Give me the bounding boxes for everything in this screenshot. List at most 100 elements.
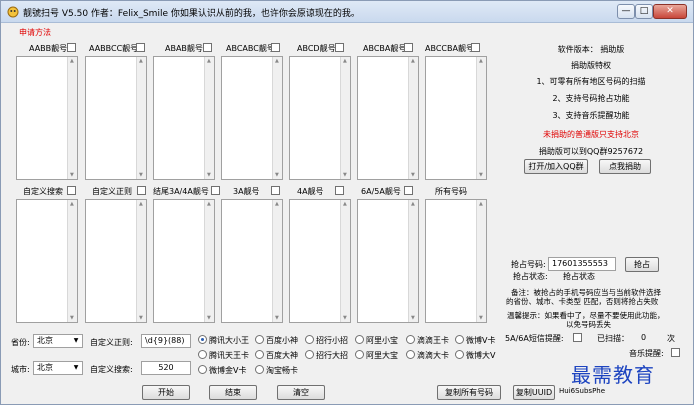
grab-number-input[interactable]: 17601355553 [548, 257, 616, 271]
radio-didi-king[interactable] [406, 335, 415, 344]
radio-label: 招行小招 [316, 336, 348, 345]
music-alert-checkbox[interactable] [671, 348, 680, 357]
list-all[interactable] [425, 199, 487, 323]
scrollbar[interactable] [136, 200, 146, 322]
list-aabb[interactable] [16, 56, 78, 180]
checkbox-custom-regex[interactable] [137, 186, 146, 195]
radio-cmb-big[interactable] [305, 350, 314, 359]
custom-regex-input[interactable]: \d{9}(88) [141, 334, 191, 348]
chevron-down-icon: ▼ [73, 337, 79, 344]
list-abcd[interactable] [289, 56, 351, 180]
radio-label: 腾讯大小王 [209, 336, 249, 345]
scrollbar[interactable] [340, 200, 350, 322]
checkbox-6a5a[interactable] [404, 186, 413, 195]
list-ending-3a4a[interactable] [153, 199, 215, 323]
radio-tencent-small-king[interactable] [198, 335, 207, 344]
scrollbar[interactable] [476, 200, 486, 322]
radio-didi-big[interactable] [406, 350, 415, 359]
contact-text: 捐助版可以到QQ群9257672 [538, 147, 644, 156]
scrollbar[interactable] [408, 200, 418, 322]
grab-button[interactable]: 抢占 [625, 257, 659, 272]
city-value: 北京 [37, 363, 53, 372]
list-4a[interactable] [289, 199, 351, 323]
province-select[interactable]: 北京 ▼ [33, 334, 83, 348]
province-value: 北京 [37, 336, 53, 345]
scrollbar[interactable] [476, 57, 486, 179]
apply-link[interactable]: 申请方法 [19, 27, 51, 38]
scrollbar[interactable] [408, 57, 418, 179]
version-text: 软件版本： 捐助版 [557, 45, 625, 54]
list-abcabc[interactable] [221, 56, 283, 180]
grab-number-label: 抢占号码: [511, 260, 546, 269]
scrollbar[interactable] [204, 200, 214, 322]
checkbox-aabbcc[interactable] [136, 43, 145, 52]
checkbox-abcabc[interactable] [271, 43, 280, 52]
radio-label: 微博金V卡 [209, 366, 247, 375]
app-window: 靓號扫号 V5.50 作者：Felix_Smile 你如果认识从前的我，也许你会… [0, 0, 694, 405]
list-label-abab: ABAB靓号 [165, 44, 203, 53]
list-custom-search[interactable] [16, 199, 78, 323]
copy-all-numbers-button[interactable]: 复制所有号码 [437, 385, 501, 400]
note-line-2: 的省份、城市、卡类型 匹配，否则将抢占失败 [506, 297, 659, 306]
close-button[interactable]: ✕ [653, 4, 687, 19]
scrollbar[interactable] [272, 200, 282, 322]
title-bar: 靓號扫号 V5.50 作者：Felix_Smile 你如果认识从前的我，也许你会… [1, 1, 693, 23]
privilege-title: 捐助版特权 [571, 61, 611, 70]
checkbox-abcba[interactable] [404, 43, 413, 52]
radio-ali-small[interactable] [355, 335, 364, 344]
scrollbar[interactable] [67, 57, 77, 179]
radio-tencent-heaven-king[interactable] [198, 350, 207, 359]
radio-cmb-small[interactable] [305, 335, 314, 344]
radio-weibo-v[interactable] [455, 335, 464, 344]
radio-taobao[interactable] [255, 365, 264, 374]
radio-baidu-big-god[interactable] [255, 350, 264, 359]
list-label-custom-regex: 自定义正则 [92, 187, 132, 196]
checkbox-3a[interactable] [271, 186, 280, 195]
stop-button[interactable]: 结束 [209, 385, 257, 400]
custom-search-input[interactable]: 520 [141, 361, 191, 375]
privilege-item-1: 1、可零有所有地区号码的扫描 [536, 77, 646, 86]
copy-uuid-button[interactable]: 复制UUID [513, 385, 555, 400]
list-label-abcba: ABCBA靓号 [363, 44, 407, 53]
sms-alert-checkbox[interactable] [573, 333, 582, 342]
checkbox-4a[interactable] [335, 186, 344, 195]
join-qq-group-button[interactable]: 打开/加入QQ群 [524, 159, 588, 174]
radio-weibo-big-v[interactable] [455, 350, 464, 359]
scrollbar[interactable] [340, 57, 350, 179]
checkbox-abcd[interactable] [335, 43, 344, 52]
clear-button[interactable]: 清空 [277, 385, 325, 400]
radio-label: 阿里小宝 [366, 336, 398, 345]
checkbox-custom-search[interactable] [67, 186, 76, 195]
watermark: 最需教育 [571, 363, 655, 387]
list-6a5a[interactable] [357, 199, 419, 323]
radio-baidu-small-god[interactable] [255, 335, 264, 344]
city-select[interactable]: 北京 ▼ [33, 361, 83, 375]
checkbox-aabb[interactable] [67, 43, 76, 52]
privilege-item-3: 3、支持音乐提醒功能 [552, 111, 630, 120]
list-custom-regex[interactable] [85, 199, 147, 323]
donate-button[interactable]: 点我捐助 [599, 159, 651, 174]
checkbox-abccba[interactable] [471, 43, 480, 52]
list-abab[interactable] [153, 56, 215, 180]
checkbox-ending-3a4a[interactable] [211, 186, 220, 195]
radio-weibo-gold-v[interactable] [198, 365, 207, 374]
music-alert-label: 音乐提醒: [629, 349, 664, 358]
radio-label: 滴滴王卡 [417, 336, 449, 345]
minimize-button[interactable]: — [617, 4, 635, 19]
scrollbar[interactable] [272, 57, 282, 179]
scrollbar[interactable] [67, 200, 77, 322]
scanned-count: 0 [641, 333, 647, 342]
start-button[interactable]: 开始 [142, 385, 190, 400]
checkbox-abab[interactable] [203, 43, 212, 52]
list-label-aabbcc: AABBCC靓号 [89, 44, 139, 53]
list-3a[interactable] [221, 199, 283, 323]
maximize-button[interactable]: □ [635, 4, 653, 19]
list-label-ending-3a4a: 结尾3A/4A靓号 [153, 187, 209, 196]
list-aabbcc[interactable] [85, 56, 147, 180]
scrollbar[interactable] [204, 57, 214, 179]
list-abccba[interactable] [425, 56, 487, 180]
radio-ali-big[interactable] [355, 350, 364, 359]
scrollbar[interactable] [136, 57, 146, 179]
list-abcba[interactable] [357, 56, 419, 180]
chevron-down-icon: ▼ [73, 364, 79, 371]
